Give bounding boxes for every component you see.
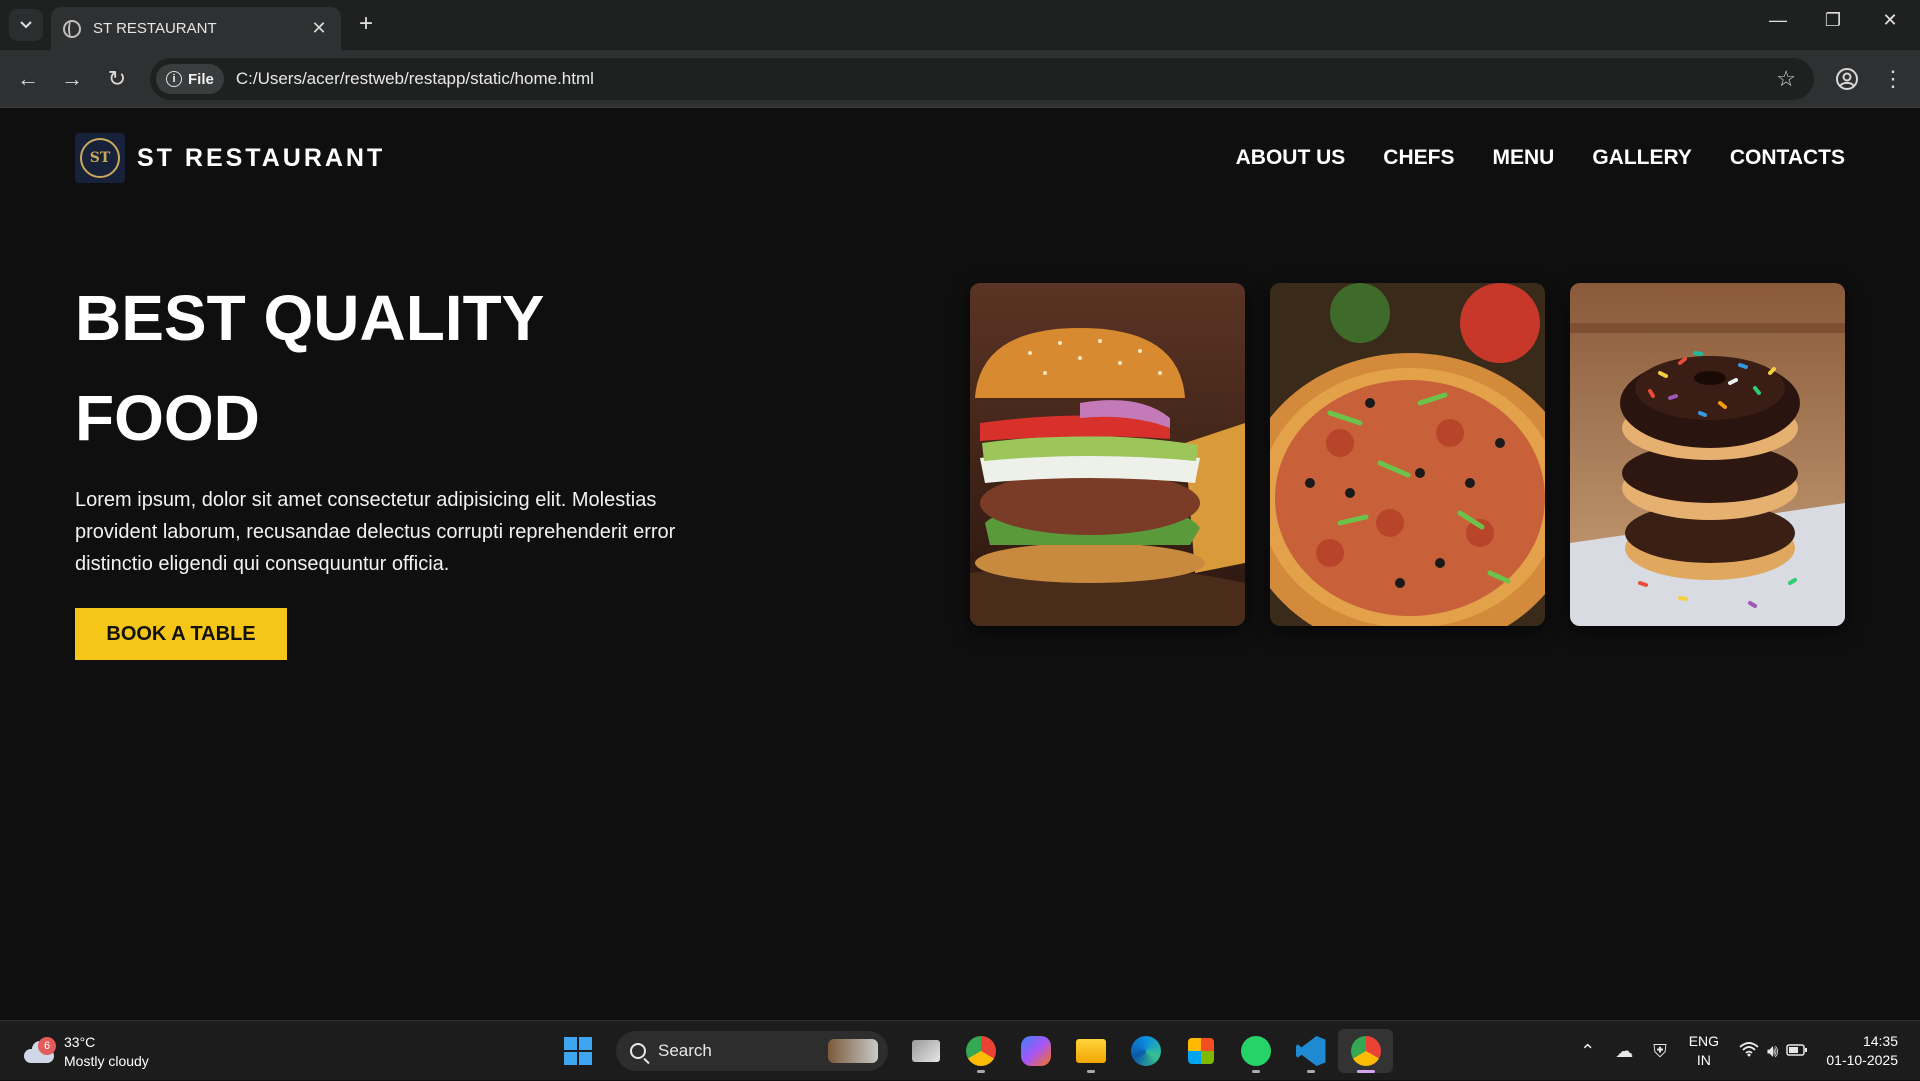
- whatsapp-icon[interactable]: [1228, 1029, 1283, 1073]
- nav-contacts[interactable]: CONTACTS: [1730, 146, 1845, 170]
- notification-badge: 6: [38, 1037, 56, 1055]
- windows-taskbar: 6 33°C Mostly cloudy Search ⌃ ☁ ⛨ ENG IN: [0, 1020, 1920, 1080]
- chrome-active-icon[interactable]: [1338, 1029, 1393, 1073]
- url-text[interactable]: C:/Users/acer/restweb/restapp/static/hom…: [236, 69, 1776, 89]
- chevron-up-icon[interactable]: ⌃: [1580, 1041, 1595, 1062]
- weather-desc: Mostly cloudy: [64, 1053, 149, 1069]
- main-nav: ABOUT US CHEFS MENU GALLERY CONTACTS: [1236, 146, 1845, 170]
- brand-name: ST RESTAURANT: [137, 143, 386, 172]
- menu-kebab-icon[interactable]: ⋮: [1877, 63, 1909, 95]
- tab-close-icon[interactable]: ✕: [309, 18, 329, 39]
- weather-temp: 33°C: [64, 1034, 96, 1050]
- forward-icon[interactable]: →: [56, 63, 88, 95]
- windows-start-icon[interactable]: [556, 1029, 600, 1073]
- browser-tab[interactable]: ST RESTAURANT ✕: [51, 7, 341, 50]
- task-view-icon[interactable]: [898, 1029, 953, 1073]
- search-highlight-image: [828, 1039, 878, 1063]
- logo-emblem-icon: ST: [75, 133, 125, 183]
- taskbar-search-label: Search: [658, 1041, 712, 1060]
- donuts-image: [1570, 283, 1845, 626]
- address-bar: ← → ↻ i File C:/Users/acer/restweb/resta…: [0, 50, 1920, 108]
- volume-icon[interactable]: 🔊︎: [1767, 1041, 1778, 1062]
- taskbar-search[interactable]: Search: [616, 1031, 888, 1071]
- copilot-icon[interactable]: [1008, 1029, 1063, 1073]
- info-icon: i: [166, 71, 182, 87]
- book-table-button[interactable]: BOOK A TABLE: [75, 608, 287, 660]
- onedrive-icon[interactable]: ☁: [1615, 1041, 1633, 1062]
- language-indicator[interactable]: ENG IN: [1689, 1032, 1719, 1070]
- tab-search-button[interactable]: [9, 9, 43, 41]
- restore-icon[interactable]: ❐: [1813, 10, 1853, 31]
- hero-title: BEST QUALITY FOOD: [75, 282, 545, 454]
- profile-icon[interactable]: [1831, 63, 1863, 95]
- vscode-icon[interactable]: [1283, 1029, 1338, 1073]
- restaurant-page: ST ST RESTAURANT ABOUT US CHEFS MENU GAL…: [0, 108, 1920, 1020]
- battery-icon[interactable]: [1786, 1041, 1808, 1062]
- edge-icon[interactable]: [1118, 1029, 1173, 1073]
- burger-image: [970, 283, 1245, 626]
- microsoft-store-icon[interactable]: [1173, 1029, 1228, 1073]
- chevron-down-icon: [20, 21, 32, 29]
- chrome-icon[interactable]: [953, 1029, 1008, 1073]
- window-close-icon[interactable]: ✕: [1870, 10, 1910, 31]
- tab-title: ST RESTAURANT: [93, 20, 217, 37]
- clock[interactable]: 14:35 01-10-2025: [1826, 1032, 1898, 1070]
- weather-widget[interactable]: 6 33°C Mostly cloudy: [22, 1033, 149, 1071]
- hero-description: Lorem ipsum, dolor sit amet consectetur …: [75, 489, 676, 575]
- new-tab-button[interactable]: +: [352, 10, 380, 38]
- globe-icon: [63, 19, 81, 38]
- clock-date: 01-10-2025: [1826, 1052, 1898, 1068]
- system-tray: ⌃ ☁ ⛨ ENG IN 🔊︎ 14:35 01-10-2025: [1570, 1021, 1920, 1081]
- minimize-icon[interactable]: —: [1758, 10, 1798, 31]
- clock-time: 14:35: [1862, 1033, 1898, 1049]
- defender-shield-icon[interactable]: ⛨: [1653, 1041, 1667, 1062]
- nav-about-us[interactable]: ABOUT US: [1236, 146, 1346, 170]
- browser-tab-bar: ST RESTAURANT ✕ + — ❐ ✕: [0, 0, 1920, 50]
- pizza-image: [1270, 283, 1545, 626]
- bookmark-star-icon[interactable]: ☆: [1776, 66, 1796, 92]
- omnibox[interactable]: i File C:/Users/acer/restweb/restapp/sta…: [150, 58, 1814, 100]
- wifi-icon[interactable]: [1739, 1041, 1759, 1062]
- site-info-chip[interactable]: i File: [156, 64, 224, 94]
- file-explorer-icon[interactable]: [1063, 1029, 1118, 1073]
- nav-menu[interactable]: MENU: [1492, 146, 1554, 170]
- reload-icon[interactable]: ↻: [101, 63, 133, 95]
- nav-gallery[interactable]: GALLERY: [1592, 146, 1692, 170]
- search-icon: [630, 1043, 646, 1059]
- back-icon[interactable]: ←: [12, 63, 44, 95]
- food-gallery: [970, 283, 1845, 626]
- chip-label: File: [188, 70, 214, 88]
- brand-logo[interactable]: ST ST RESTAURANT: [75, 133, 385, 183]
- nav-chefs[interactable]: CHEFS: [1383, 146, 1454, 170]
- taskbar-apps: Search: [556, 1029, 1393, 1073]
